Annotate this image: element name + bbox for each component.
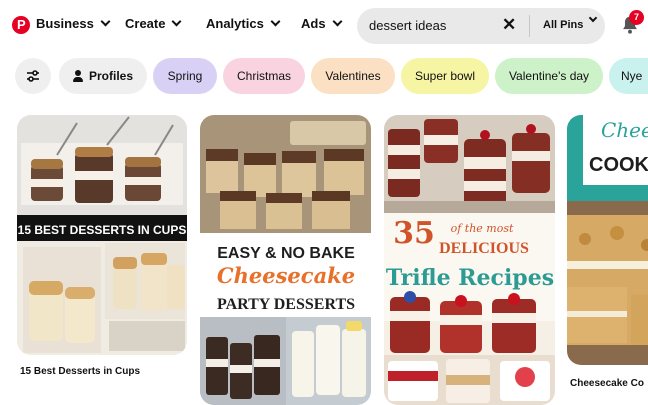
- pin-title-line-2: of the most: [451, 222, 514, 235]
- pin-image-dessert-cups: 15 BEST DESSERTS IN CUPS: [17, 115, 187, 355]
- pin-image-trifles: 35 of the most DELICIOUS Trifle Recipes: [384, 115, 555, 405]
- top-bar: Business Create Analytics Ads dessert id…: [0, 0, 648, 52]
- pin-title-line-4: Trifle Recipes: [386, 265, 554, 291]
- filter-chip-label: Valentine's day: [508, 69, 590, 83]
- search-scope-label: All Pins: [543, 19, 584, 31]
- pin-card-cheesecake-cookies[interactable]: Chees COOKIN: [567, 115, 648, 365]
- chevron-down-icon: [270, 16, 281, 27]
- chevron-down-icon: [332, 16, 343, 27]
- filter-chip-valentines-day[interactable]: Valentine's day: [495, 58, 603, 94]
- filter-chip-profiles[interactable]: Profiles: [59, 58, 147, 94]
- filter-chip-label: Profiles: [88, 69, 133, 83]
- pin-title-line-2: COOKIN: [589, 154, 648, 176]
- search-divider: [529, 15, 530, 37]
- pin-card-cheesecake[interactable]: EASY & NO BAKE Cheesecake PARTY DESSERTS: [200, 115, 371, 405]
- pin-title-line-3: DELICIOUS: [439, 240, 529, 257]
- search-input[interactable]: dessert ideas: [369, 18, 446, 33]
- pin-image-cheesecake-cookies: Chees COOKIN: [567, 115, 648, 365]
- filter-chip-label: Valentines: [325, 69, 381, 83]
- nav-create[interactable]: Create: [125, 16, 182, 31]
- pinterest-logo-icon[interactable]: [12, 16, 30, 34]
- pin-title-line-2: Cheesecake: [217, 263, 355, 288]
- chevron-down-icon: [589, 13, 598, 23]
- sliders-icon: [27, 70, 39, 82]
- filter-chip-nye[interactable]: Nye: [609, 58, 648, 94]
- filter-chip-label: Spring: [167, 69, 203, 83]
- chevron-down-icon: [172, 16, 182, 27]
- pin-title-line-1: Chees: [601, 118, 648, 142]
- filter-chip-label: Nye: [621, 69, 643, 83]
- pin-title-number: 35: [393, 216, 435, 251]
- pin-overlay-text: 15 BEST DESSERTS IN CUPS: [18, 223, 187, 237]
- pin-image-cheesecake: EASY & NO BAKE Cheesecake PARTY DESSERTS: [200, 115, 371, 405]
- filter-settings-button[interactable]: [15, 58, 51, 94]
- filter-chip-label: Super bowl: [414, 69, 476, 83]
- nav-analytics[interactable]: Analytics: [206, 16, 281, 31]
- person-icon: [72, 70, 83, 82]
- filter-chip-spring[interactable]: Spring: [153, 58, 217, 94]
- pin-title-line-1: EASY & NO BAKE: [217, 245, 355, 262]
- nav-analytics-label: Analytics: [206, 16, 264, 31]
- pin-card-desserts-in-cups[interactable]: 15 BEST DESSERTS IN CUPS: [17, 115, 187, 355]
- filter-chip-label: Christmas: [236, 69, 291, 83]
- nav-create-label: Create: [125, 16, 166, 31]
- nav-ads-label: Ads: [301, 16, 326, 31]
- search-bar[interactable]: dessert ideas ✕ All Pins: [357, 8, 605, 44]
- pin-caption[interactable]: 15 Best Desserts in Cups: [20, 366, 140, 377]
- filter-chip-christmas[interactable]: Christmas: [223, 58, 305, 94]
- nav-ads[interactable]: Ads: [301, 16, 343, 31]
- notification-badge: 7: [629, 10, 644, 25]
- search-scope-dropdown[interactable]: All Pins: [543, 13, 598, 31]
- pin-caption[interactable]: Cheesecake Co: [570, 378, 644, 389]
- close-icon[interactable]: ✕: [502, 16, 516, 34]
- nav-business-label: Business: [36, 16, 94, 31]
- pin-card-trifle-recipes[interactable]: 35 of the most DELICIOUS Trifle Recipes: [384, 115, 555, 405]
- filter-chip-valentines[interactable]: Valentines: [311, 58, 395, 94]
- filter-chip-super-bowl[interactable]: Super bowl: [401, 58, 489, 94]
- pin-title-line-3: PARTY DESSERTS: [217, 296, 355, 313]
- nav-business[interactable]: Business: [36, 16, 111, 31]
- chevron-down-icon: [100, 16, 111, 27]
